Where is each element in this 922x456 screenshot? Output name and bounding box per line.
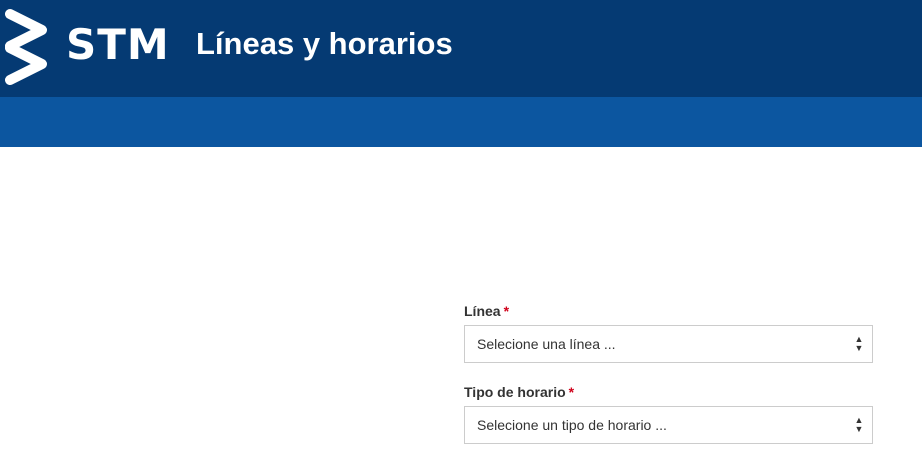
tipo-horario-select-value: Selecione un tipo de horario ... [477,417,667,433]
tipo-horario-label: Tipo de horario * [464,384,575,400]
linea-form-group: Línea * Selecione una línea ... ▲ ▼ [464,302,873,363]
select-updown-arrows-icon: ▲ ▼ [854,334,864,353]
required-marker: * [568,384,575,400]
logo-text: STM [66,20,170,69]
header: STM Líneas y horarios [0,0,922,97]
tipo-horario-form-group: Tipo de horario * Selecione un tipo de ho… [464,383,873,444]
navigation-bar [0,97,922,147]
page-title: Líneas y horarios [196,26,453,61]
tipo-horario-select[interactable]: Selecione un tipo de horario ... ▲ ▼ [464,406,873,444]
linea-select-value: Selecione una línea ... [477,336,616,352]
stm-logo[interactable]: STM [0,0,170,97]
required-marker: * [503,303,510,319]
stm-chevron-logo-icon [5,9,47,85]
linea-label: Línea * [464,303,510,319]
select-updown-arrows-icon: ▲ ▼ [854,415,864,434]
linea-select[interactable]: Selecione una línea ... ▲ ▼ [464,325,873,363]
